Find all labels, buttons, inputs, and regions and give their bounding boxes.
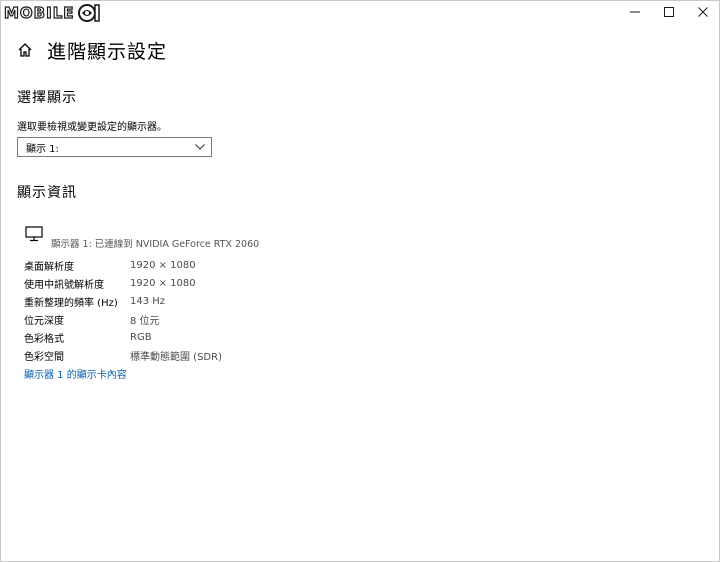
info-value: 143 Hz — [130, 295, 166, 307]
info-value: 1920 × 1080 — [130, 277, 196, 289]
mobile01-logo: MOBILE — [3, 2, 101, 24]
info-key: 色彩格式 — [24, 333, 64, 345]
chevron-down-icon — [195, 144, 205, 150]
minimize-icon — [630, 11, 640, 13]
display-select-value: 顯示 1: — [26, 143, 59, 155]
select-display-prompt: 選取要檢視或變更設定的顯示器。 — [17, 122, 167, 133]
display-info-table: 桌面解析度 1920 × 1080 使用中訊號解析度 1920 × 1080 重… — [24, 256, 222, 364]
logo-text: MOBILE — [3, 3, 75, 22]
home-icon[interactable] — [17, 42, 33, 58]
select-display-heading: 選擇顯示 — [17, 90, 77, 106]
display-select[interactable]: 顯示 1: — [17, 137, 212, 157]
page-title: 進階顯示設定 — [47, 41, 168, 63]
info-row-color-format: 色彩格式 RGB — [24, 328, 222, 346]
info-key: 桌面解析度 — [24, 261, 74, 273]
close-button[interactable] — [686, 0, 720, 24]
display-info-heading: 顯示資訊 — [17, 185, 77, 201]
info-row-bit-depth: 位元深度 8 位元 — [24, 310, 222, 328]
info-row-desktop-resolution: 桌面解析度 1920 × 1080 — [24, 256, 222, 274]
maximize-button[interactable] — [652, 0, 686, 24]
logo-mark-icon — [77, 4, 100, 22]
maximize-icon — [664, 7, 674, 17]
display-adapter-properties-link[interactable]: 顯示器 1 的顯示卡內容 — [24, 366, 127, 381]
info-key: 位元深度 — [24, 315, 64, 327]
info-row-refresh-rate: 重新整理的頻率 (Hz) 143 Hz — [24, 292, 222, 310]
window-controls — [618, 0, 720, 24]
monitor-caption: 顯示器 1: 已連線到 NVIDIA GeForce RTX 2060 — [51, 239, 260, 250]
info-row-color-space: 色彩空間 標準動態範圍 (SDR) — [24, 346, 222, 364]
minimize-button[interactable] — [618, 0, 652, 24]
info-key: 使用中訊號解析度 — [24, 279, 104, 291]
info-key: 重新整理的頻率 (Hz) — [24, 297, 118, 309]
info-value: RGB — [130, 331, 152, 343]
monitor-icon — [25, 226, 43, 242]
info-value: 1920 × 1080 — [130, 259, 196, 271]
info-value: 8 位元 — [130, 315, 160, 327]
close-icon — [698, 7, 708, 17]
info-key: 色彩空間 — [24, 351, 64, 363]
info-row-active-signal-resolution: 使用中訊號解析度 1920 × 1080 — [24, 274, 222, 292]
info-value: 標準動態範圍 (SDR) — [130, 351, 222, 363]
